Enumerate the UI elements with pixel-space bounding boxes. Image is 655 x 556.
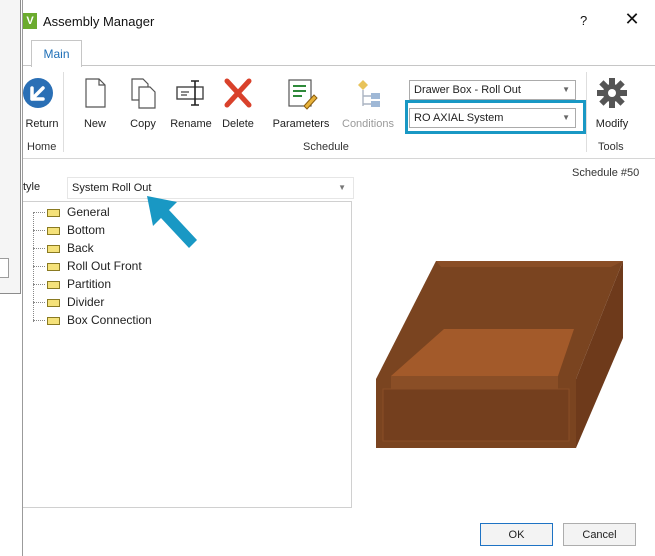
pointer-arrow-annotation [147,196,197,248]
assembly-manager-dialog: V Assembly Manager ? ✕ Main Return Home … [22,0,655,556]
ribbon-separator [63,72,64,152]
tools-group-label: Tools [598,141,624,153]
ok-button[interactable]: OK [480,523,553,546]
chevron-down-icon: ▼ [562,85,570,94]
folder-icon [47,245,60,253]
copy-label: Copy [130,118,156,130]
tree-item-label: Bottom [67,223,106,237]
folder-icon [47,299,60,307]
parameters-button[interactable]: Parameters [271,74,331,130]
folder-icon [47,263,60,271]
schedule-number: Schedule #50 [572,167,640,179]
return-button[interactable]: Return [23,74,63,130]
tree-item-label: Partition [67,277,112,291]
conditions-icon [358,80,380,107]
schedule-group-label: Schedule [303,141,349,153]
tree-connector [33,302,45,303]
copy-button[interactable]: Copy [123,74,163,130]
tree-connector [33,230,45,231]
system-dropdown-highlight [405,100,586,134]
delete-icon [224,78,252,108]
gear-icon [597,78,627,108]
assembly-type-value: Drawer Box - Roll Out [414,84,521,96]
modify-label: Modify [595,118,629,130]
ribbon-separator [586,72,587,152]
window-title: Assembly Manager [43,14,155,29]
conditions-label: Conditions [342,118,394,130]
folder-icon [47,209,60,217]
tree-item-label: Divider [67,295,105,309]
help-button[interactable]: ? [580,13,587,28]
delete-button[interactable]: Delete [218,74,258,130]
folder-icon [47,317,60,325]
modify-button[interactable]: Modify [592,74,632,130]
new-document-icon [85,78,106,108]
assembly-type-dropdown[interactable]: Drawer Box - Roll Out ▼ [409,80,576,100]
background-window [0,0,21,294]
tree-item-label: Back [67,241,94,255]
app-icon: V [23,13,37,29]
return-icon [23,78,53,108]
parameters-icon [288,79,318,110]
delete-label: Delete [222,118,254,130]
tree-connector-line [33,212,34,322]
chevron-down-icon: ▼ [338,183,346,192]
ribbon: Return Home New Copy Rename Delete Param… [23,65,655,159]
tree-item-label: Box Connection [67,313,152,327]
tree-connector [33,284,45,285]
title-bar: V Assembly Manager ? ✕ [23,0,655,40]
new-label: New [83,118,106,130]
new-button[interactable]: New [75,74,115,130]
tree-connector [33,266,45,267]
tab-main[interactable]: Main [31,40,82,67]
tree-item-label: Roll Out Front [67,259,142,273]
tree-connector [33,212,45,213]
tree-connector [33,248,45,249]
return-label: Return [25,118,59,130]
close-button[interactable]: ✕ [623,9,641,30]
rename-icon [176,80,204,106]
cancel-button[interactable]: Cancel [563,523,636,546]
rename-label: Rename [170,118,212,130]
style-label: tyle [23,181,41,193]
rename-button[interactable]: Rename [169,74,213,130]
folder-icon [47,227,60,235]
style-dropdown[interactable]: System Roll Out ▼ [67,177,354,199]
background-window-field [0,258,9,278]
home-group-label: Home [27,141,57,153]
parameters-label: Parameters [272,118,330,130]
tree-connector [33,320,45,321]
folder-icon [47,281,60,289]
drawer-box-preview [376,261,623,448]
copy-icon [131,78,156,109]
tree-item-label: General [67,205,110,219]
style-value: System Roll Out [72,182,152,194]
conditions-button: Conditions [337,74,399,130]
